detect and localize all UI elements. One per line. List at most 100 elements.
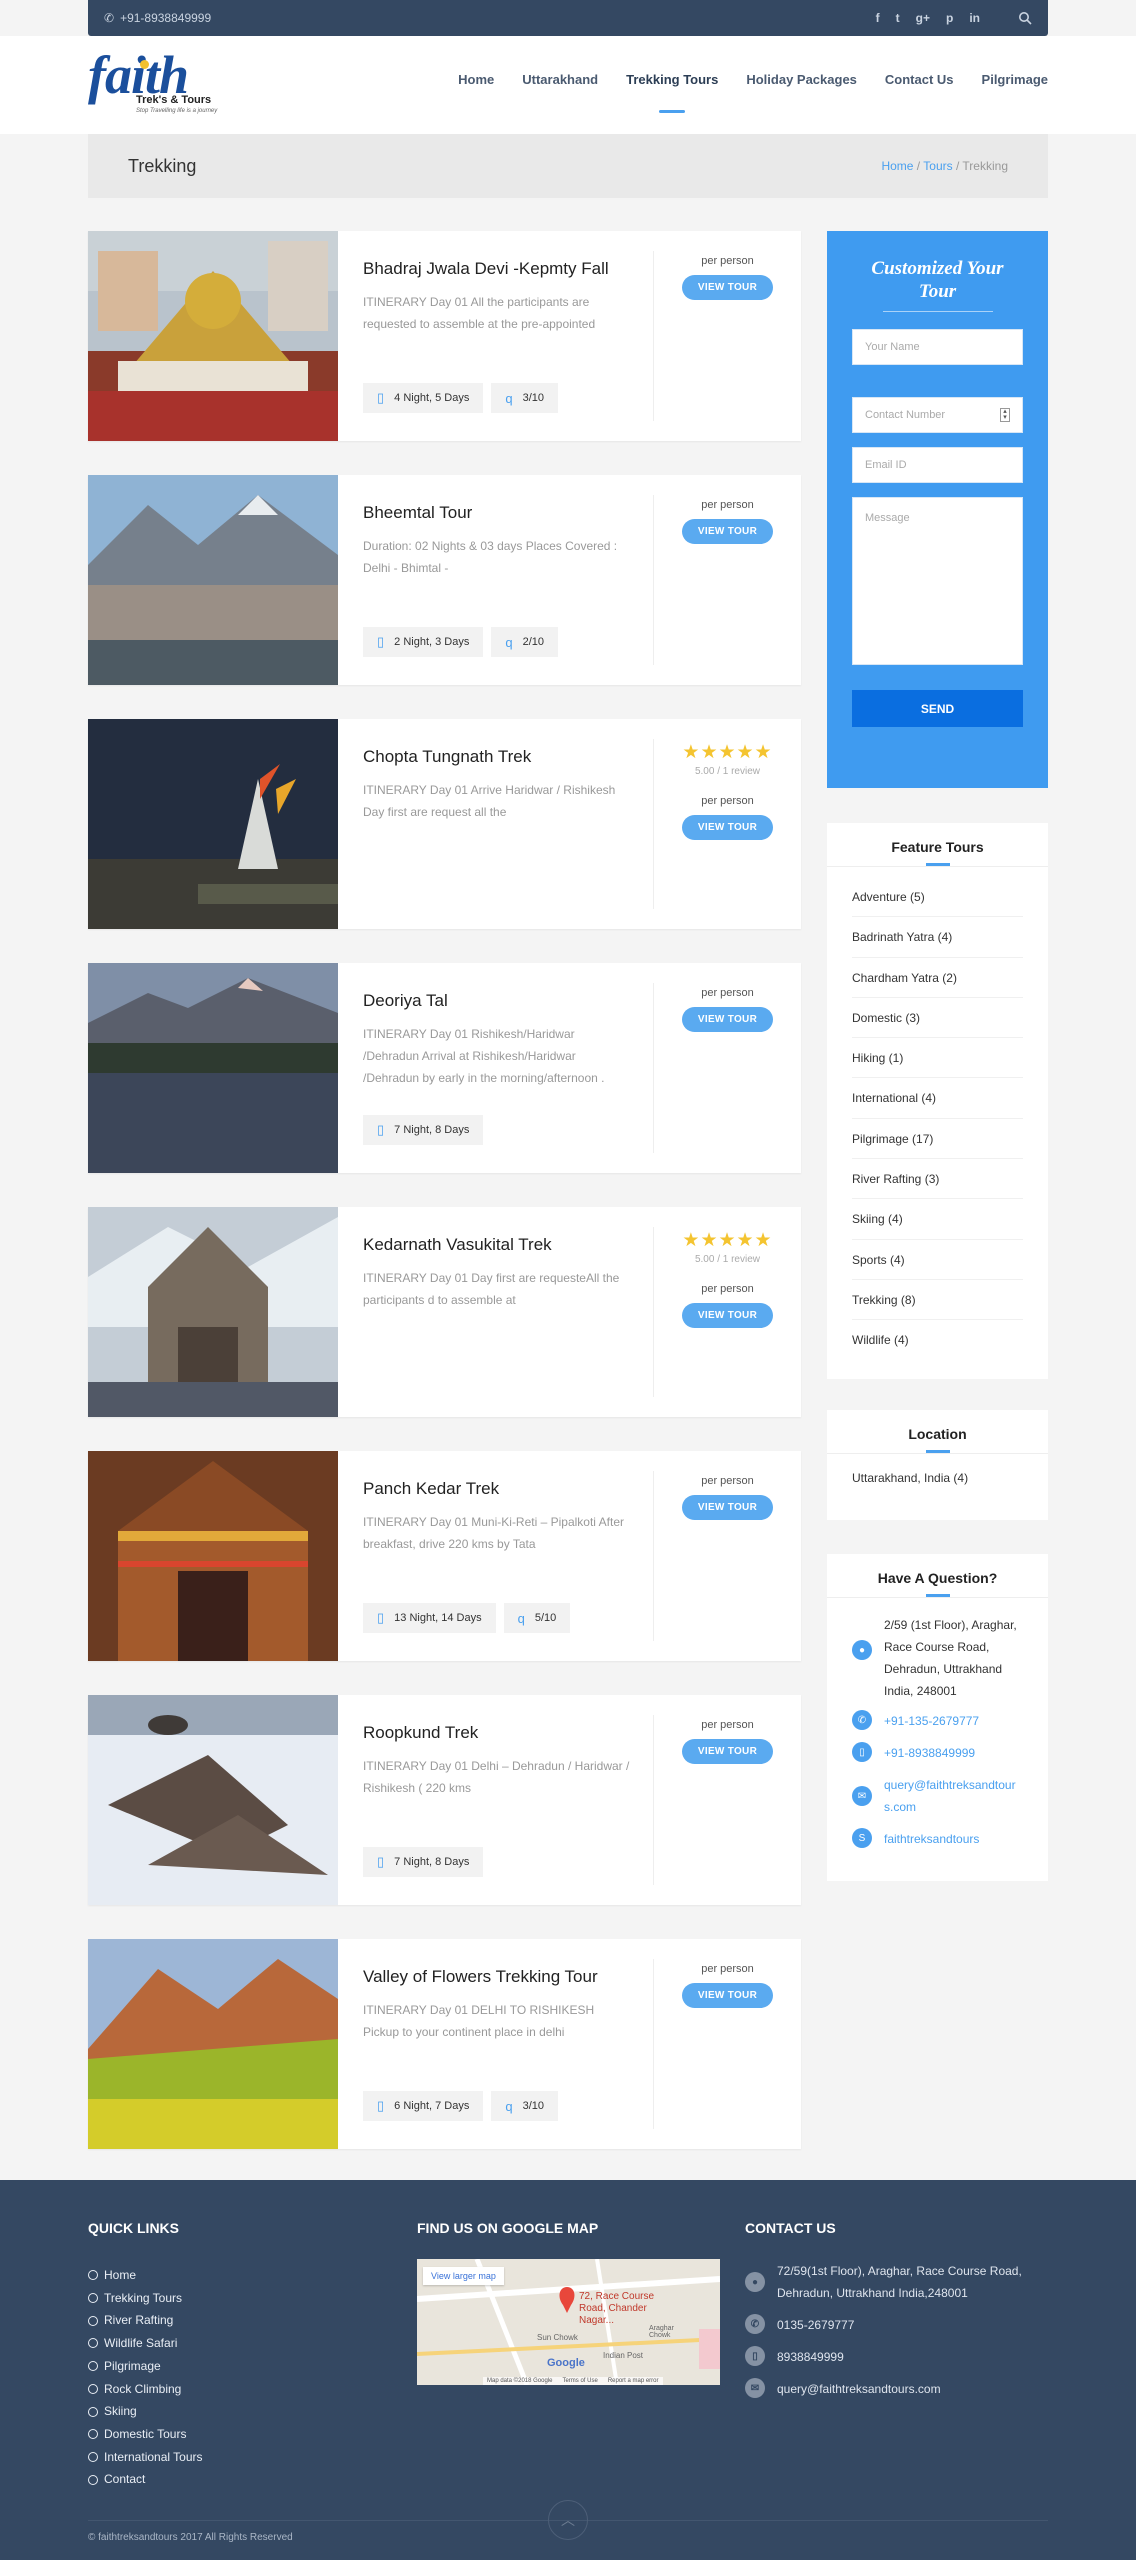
tour-title[interactable]: Chopta Tungnath Trek <box>363 747 531 767</box>
nav-trekking-tours[interactable]: Trekking Tours <box>626 72 718 87</box>
facebook-icon[interactable]: f <box>876 11 880 25</box>
tour-image-night-temple[interactable] <box>88 719 338 929</box>
feature-item[interactable]: Badrinath Yatra (4) <box>852 917 1023 958</box>
feature-item[interactable]: Trekking (8) <box>852 1280 1023 1321</box>
feature-item[interactable]: International (4) <box>852 1078 1023 1119</box>
breadcrumb-home[interactable]: Home <box>881 159 913 173</box>
quick-link[interactable]: Contact <box>88 2468 203 2491</box>
quick-link[interactable]: River Rafting <box>88 2309 203 2332</box>
tour-image-festive-temple[interactable] <box>88 1451 338 1661</box>
phone-icon: ✆ <box>852 1710 872 1730</box>
tour-image-lake[interactable] <box>88 963 338 1173</box>
search-icon[interactable] <box>1018 11 1032 25</box>
site-footer: QUICK LINKS Home Trekking Tours River Ra… <box>0 2180 1136 2560</box>
view-tour-button[interactable]: VIEW TOUR <box>681 815 774 840</box>
feature-item[interactable]: Hiking (1) <box>852 1038 1023 1079</box>
tour-card: Roopkund Trek ITINERARY Day 01 Delhi – D… <box>88 1695 801 1905</box>
name-input[interactable]: Your Name <box>852 329 1023 365</box>
view-tour-button[interactable]: VIEW TOUR <box>681 519 774 544</box>
topbar-phone[interactable]: ✆ +91-8938849999 <box>104 11 211 25</box>
tour-price-box: per person VIEW TOUR <box>654 1451 801 1661</box>
tour-card: Bheemtal Tour Duration: 02 Nights & 03 d… <box>88 475 801 685</box>
site-logo[interactable]: faith Trek's & Tours Stop Travelling lif… <box>88 48 218 120</box>
review-count: 5.00 / 1 review <box>694 1254 761 1265</box>
feature-item[interactable]: Wildlife (4) <box>852 1320 1023 1360</box>
mobile-link[interactable]: +91-8938849999 <box>884 1742 975 1764</box>
location-list: Uttarakhand, India (4) <box>827 1458 1048 1498</box>
quick-link[interactable]: Wildlife Safari <box>88 2332 203 2355</box>
quick-link[interactable]: International Tours <box>88 2446 203 2469</box>
feature-item[interactable]: Sports (4) <box>852 1240 1023 1280</box>
footer-email-text[interactable]: query@faithtreksandtours.com <box>777 2378 941 2400</box>
feature-item[interactable]: Adventure (5) <box>852 877 1023 918</box>
per-person: per person <box>701 1475 754 1487</box>
tour-meta: ▯ 2 Night, 3 Days q 2/10 <box>363 627 559 657</box>
topbar-phone-text: +91-8938849999 <box>120 11 212 25</box>
tour-title[interactable]: Bheemtal Tour <box>363 503 472 523</box>
location-item[interactable]: Uttarakhand, India (4) <box>852 1458 1023 1498</box>
quick-link[interactable]: Trekking Tours <box>88 2287 203 2310</box>
pinterest-icon[interactable]: p <box>946 11 953 25</box>
breadcrumb-sep: / <box>916 159 921 173</box>
feature-item[interactable]: Skiing (4) <box>852 1199 1023 1240</box>
tour-title[interactable]: Bhadraj Jwala Devi -Kepmty Fall <box>363 259 609 279</box>
quick-link[interactable]: Skiing <box>88 2400 203 2423</box>
footer-phone-text[interactable]: 0135-2679777 <box>777 2314 854 2336</box>
feature-item[interactable]: River Rafting (3) <box>852 1159 1023 1200</box>
send-button[interactable]: SEND <box>852 690 1023 727</box>
tour-image-flowers[interactable] <box>88 1939 338 2149</box>
twitter-icon[interactable]: t <box>896 11 900 25</box>
nav-home[interactable]: Home <box>458 72 494 87</box>
tour-desc: ITINERARY Day 01 Delhi – Dehradun / Hari… <box>363 1759 630 1795</box>
tour-image-temple[interactable] <box>88 231 338 441</box>
tour-image-snow[interactable] <box>88 1695 338 1905</box>
google-plus-icon[interactable]: g+ <box>916 11 930 25</box>
footer-mobile-text[interactable]: 8938849999 <box>777 2346 844 2368</box>
view-tour-button[interactable]: VIEW TOUR <box>681 1495 774 1520</box>
nav-pilgrimage[interactable]: Pilgrimage <box>982 72 1048 87</box>
view-tour-button[interactable]: VIEW TOUR <box>681 1007 774 1032</box>
view-larger-map-link[interactable]: View larger map <box>423 2267 504 2285</box>
tour-title[interactable]: Roopkund Trek <box>363 1723 478 1743</box>
linkedin-icon[interactable]: in <box>969 11 980 25</box>
email-input[interactable]: Email ID <box>852 447 1023 483</box>
feature-item[interactable]: Domestic (3) <box>852 998 1023 1039</box>
message-textarea[interactable]: Message <box>852 497 1023 665</box>
view-tour-button[interactable]: VIEW TOUR <box>681 275 774 300</box>
tour-title[interactable]: Kedarnath Vasukital Trek <box>363 1235 552 1255</box>
feature-item[interactable]: Chardham Yatra (2) <box>852 958 1023 998</box>
breadcrumb-tours[interactable]: Tours <box>923 159 952 173</box>
view-tour-button[interactable]: VIEW TOUR <box>681 1739 774 1764</box>
quick-link[interactable]: Pilgrimage <box>88 2355 203 2378</box>
tour-title[interactable]: Valley of Flowers Trekking Tour <box>363 1967 598 1987</box>
nav-contact-us[interactable]: Contact Us <box>885 72 954 87</box>
quick-link[interactable]: Home <box>88 2264 203 2287</box>
view-tour-button[interactable]: VIEW TOUR <box>681 1983 774 2008</box>
back-to-top-button[interactable]: ︿ <box>548 2500 588 2540</box>
view-tour-button[interactable]: VIEW TOUR <box>681 1303 774 1328</box>
tour-price-box: ★★★★★ 5.00 / 1 review per person VIEW TO… <box>654 719 801 929</box>
rating-stars: ★★★★★ <box>682 742 773 763</box>
tour-image-kedarnath[interactable] <box>88 1207 338 1417</box>
tour-desc: ITINERARY Day 01 DELHI TO RISHIKESH Pick… <box>363 2003 595 2039</box>
tour-image-mountain-town[interactable] <box>88 475 338 685</box>
email-link[interactable]: query@faithtreksandtours.com <box>884 1774 1023 1818</box>
tour-meta: ▯ 4 Night, 5 Days q 3/10 <box>363 383 559 413</box>
nav-holiday-packages[interactable]: Holiday Packages <box>746 72 857 87</box>
phone-link[interactable]: +91-135-2679777 <box>884 1710 979 1732</box>
nav-uttarakhand[interactable]: Uttarakhand <box>522 72 598 87</box>
tour-title[interactable]: Deoriya Tal <box>363 991 448 1011</box>
map-label-sun-chowk: Sun Chowk <box>537 2333 578 2342</box>
google-map[interactable]: View larger map 72, Race Course Road, Ch… <box>417 2259 720 2385</box>
quick-link[interactable]: Domestic Tours <box>88 2423 203 2446</box>
per-person: per person <box>701 795 754 807</box>
tour-title[interactable]: Panch Kedar Trek <box>363 1479 499 1499</box>
contact-number-input[interactable]: Contact Number ▴ ▾ <box>852 397 1023 433</box>
tour-duration: ▯ 7 Night, 8 Days <box>363 1115 484 1145</box>
skype-link[interactable]: faithtreksandtours <box>884 1828 979 1850</box>
custom-tour-form: Customized Your Tour Your Name Contact N… <box>827 231 1048 788</box>
envelope-icon: ✉ <box>852 1786 872 1806</box>
feature-item[interactable]: Pilgrimage (17) <box>852 1119 1023 1160</box>
number-spinner-icon[interactable]: ▴ ▾ <box>1000 408 1010 422</box>
quick-link[interactable]: Rock Climbing <box>88 2378 203 2401</box>
